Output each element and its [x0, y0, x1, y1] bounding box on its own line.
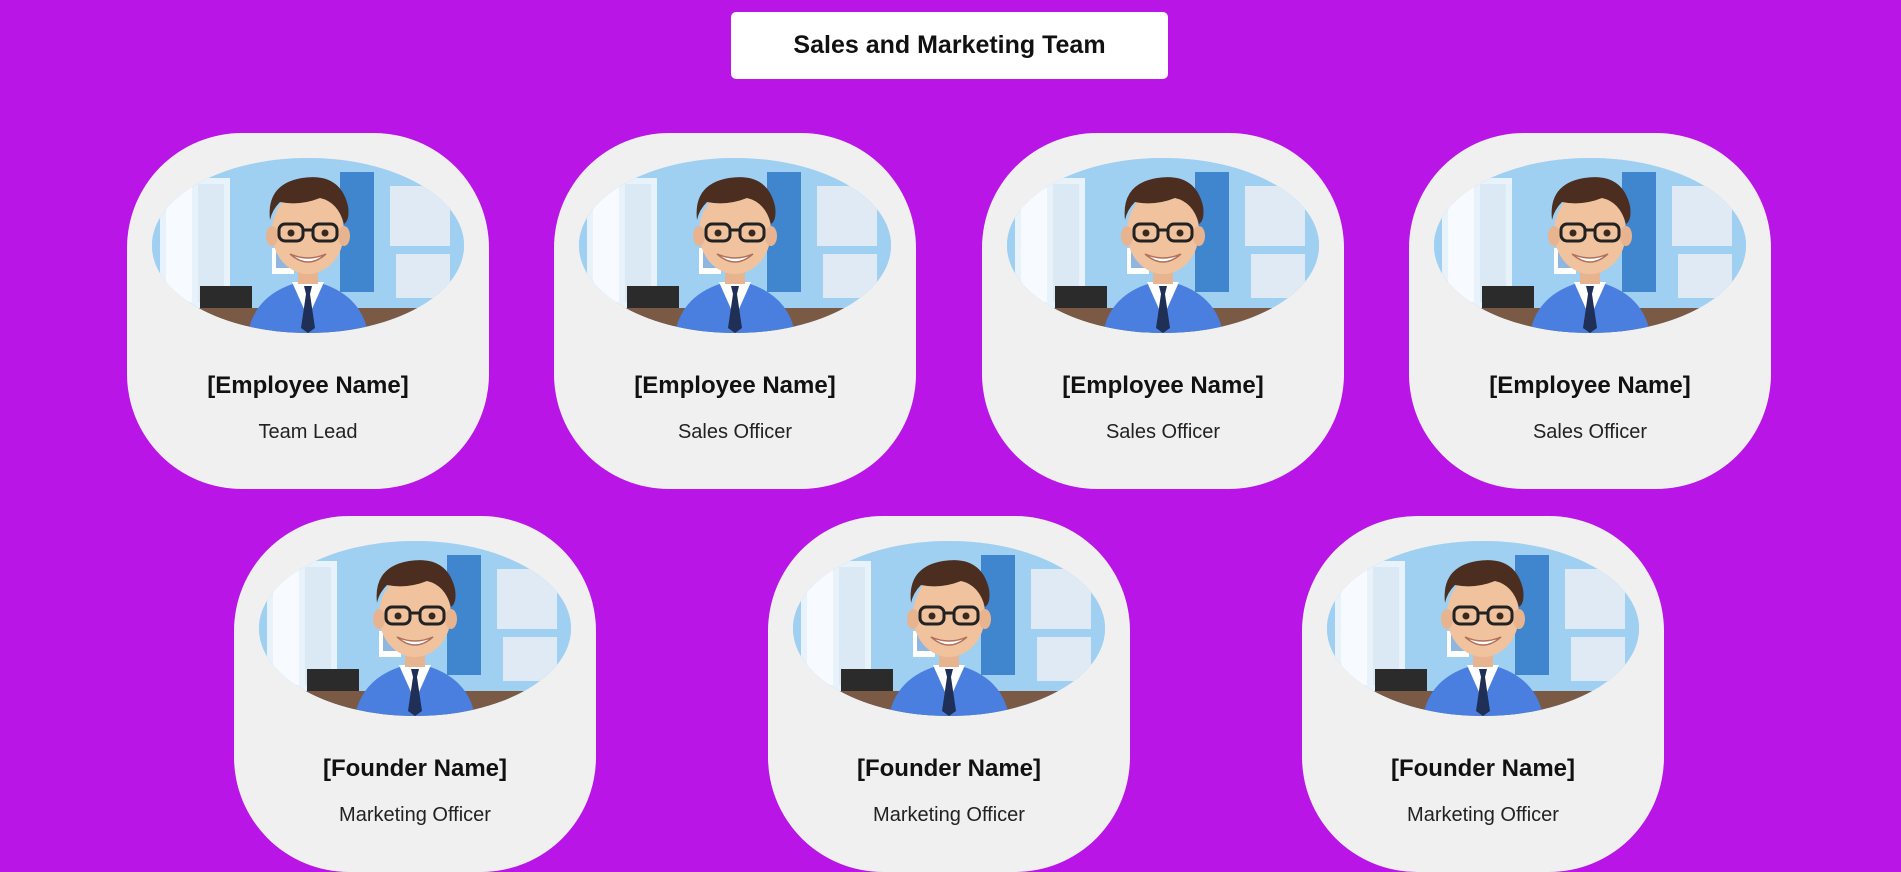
member-role: Marketing Officer: [873, 804, 1025, 826]
avatar: [793, 541, 1105, 716]
member-role: Sales Officer: [1105, 421, 1221, 443]
member-name: [Founder Name]: [1390, 755, 1575, 782]
avatar: [1327, 541, 1639, 716]
page-title: Sales and Marketing Team: [793, 31, 1106, 59]
avatar: [259, 541, 571, 716]
page-title-box: Sales and Marketing Team: [731, 12, 1168, 79]
member-name: [Founder Name]: [322, 755, 507, 782]
member-role: Marketing Officer: [339, 804, 491, 826]
member-name: [Employee Name]: [634, 372, 836, 399]
member-role: Team Lead: [258, 421, 358, 443]
avatar: [152, 158, 464, 333]
member-role: Sales Officer: [677, 421, 793, 443]
member-role: Marketing Officer: [1407, 804, 1559, 826]
team-card: [Founder Name] Marketing Officer: [234, 516, 596, 872]
member-name: [Employee Name]: [1489, 372, 1691, 399]
avatar: [579, 158, 891, 333]
member-name: [Founder Name]: [856, 755, 1041, 782]
team-card: [Employee Name] Sales Officer: [554, 133, 916, 489]
team-card: [Founder Name] Marketing Officer: [768, 516, 1130, 872]
member-name: [Employee Name]: [207, 372, 409, 399]
team-card: [Employee Name] Sales Officer: [1409, 133, 1771, 489]
team-card: [Employee Name] Sales Officer: [982, 133, 1344, 489]
team-card: [Employee Name] Team Lead: [127, 133, 489, 489]
member-role: Sales Officer: [1532, 421, 1648, 443]
member-name: [Employee Name]: [1062, 372, 1264, 399]
avatar: [1434, 158, 1746, 333]
avatar: [1007, 158, 1319, 333]
team-card: [Founder Name] Marketing Officer: [1302, 516, 1664, 872]
